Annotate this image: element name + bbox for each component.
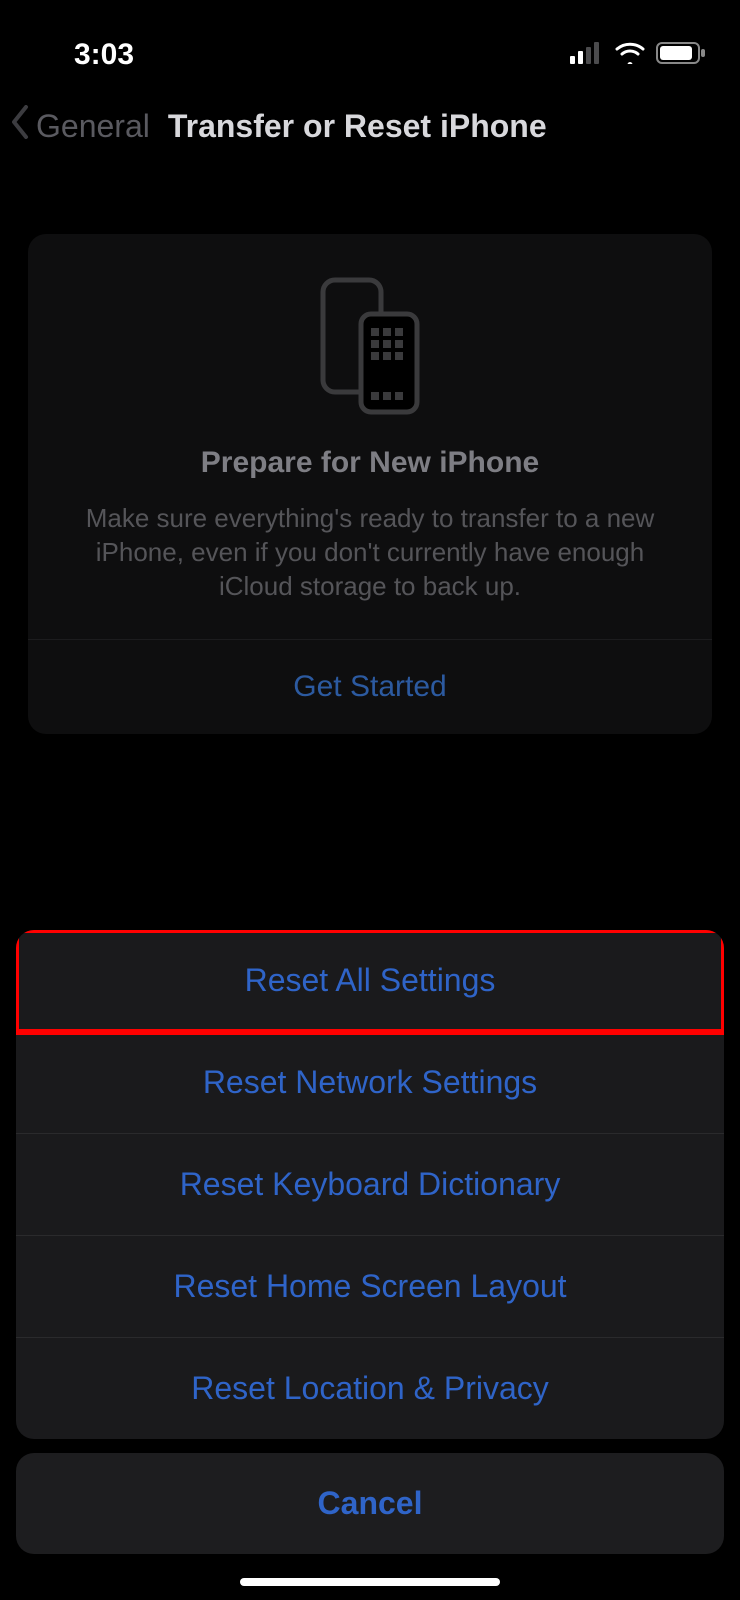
devices-icon xyxy=(56,276,684,416)
prepare-card: Prepare for New iPhone Make sure everyth… xyxy=(28,234,712,734)
reset-action-sheet: Reset All Settings Reset Network Setting… xyxy=(16,930,724,1554)
wifi-icon xyxy=(614,42,646,69)
status-time: 3:03 xyxy=(74,38,134,72)
battery-icon xyxy=(656,42,706,69)
status-icons xyxy=(570,42,706,69)
cellular-icon xyxy=(570,42,604,69)
cancel-button[interactable]: Cancel xyxy=(16,1453,724,1554)
card-description: Make sure everything's ready to transfer… xyxy=(56,502,684,603)
reset-all-settings-button[interactable]: Reset All Settings xyxy=(16,930,724,1032)
status-bar: 3:03 xyxy=(0,0,740,90)
home-indicator[interactable] xyxy=(240,1578,500,1586)
back-label: General xyxy=(36,108,150,145)
page-title: Transfer or Reset iPhone xyxy=(168,108,547,145)
sheet-group: Reset All Settings Reset Network Setting… xyxy=(16,930,724,1439)
reset-network-settings-button[interactable]: Reset Network Settings xyxy=(16,1032,724,1134)
reset-location-privacy-button[interactable]: Reset Location & Privacy xyxy=(16,1338,724,1439)
card-heading: Prepare for New iPhone xyxy=(56,446,684,480)
nav-bar: General Transfer or Reset iPhone xyxy=(0,90,740,162)
chevron-left-icon xyxy=(10,105,30,147)
get-started-button[interactable]: Get Started xyxy=(56,640,684,734)
reset-keyboard-dictionary-button[interactable]: Reset Keyboard Dictionary xyxy=(16,1134,724,1236)
back-button[interactable]: General xyxy=(10,105,150,147)
reset-home-screen-layout-button[interactable]: Reset Home Screen Layout xyxy=(16,1236,724,1338)
